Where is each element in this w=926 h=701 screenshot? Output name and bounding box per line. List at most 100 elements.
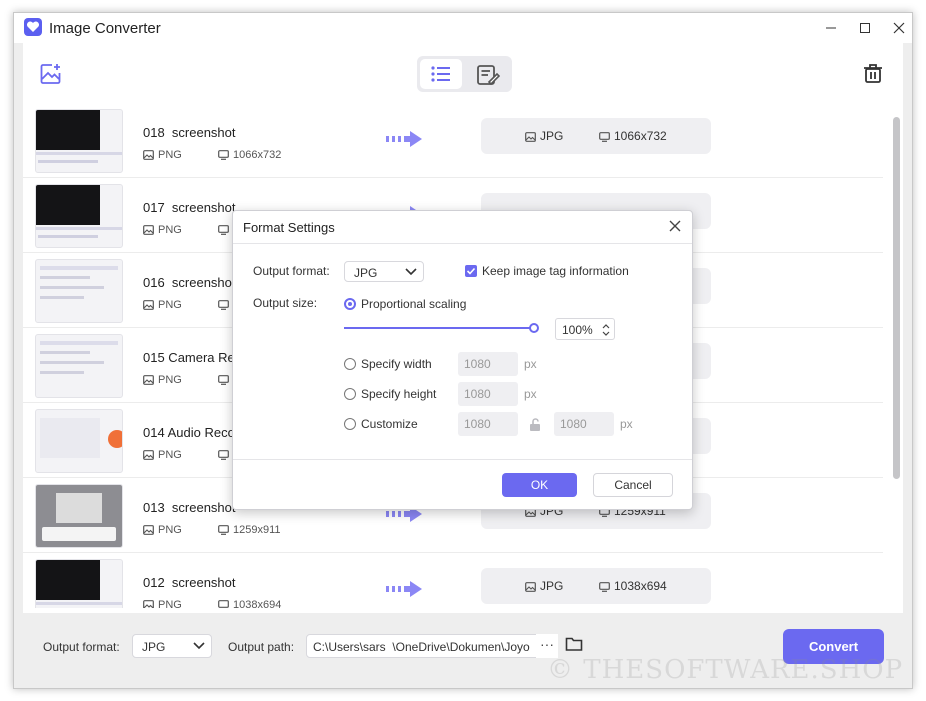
specify-width-radio[interactable] bbox=[344, 358, 356, 370]
image-icon bbox=[143, 225, 154, 235]
minimize-button[interactable] bbox=[819, 18, 843, 38]
dialog-title: Format Settings bbox=[243, 220, 335, 235]
view-toggle bbox=[417, 56, 512, 92]
specify-height-radio[interactable] bbox=[344, 388, 356, 400]
output-path-field[interactable]: C:\Users\sars \OneDrive\Dokumen\Joyo bbox=[306, 634, 558, 658]
check-icon bbox=[466, 267, 476, 275]
custom-unit: px bbox=[620, 417, 633, 431]
file-name: 016 screenshot bbox=[143, 275, 236, 290]
file-thumbnail bbox=[35, 484, 123, 548]
add-image-button[interactable] bbox=[39, 62, 63, 89]
file-name: 017 screenshot bbox=[143, 200, 236, 215]
image-icon bbox=[525, 132, 536, 142]
file-thumbnail bbox=[35, 259, 123, 323]
target-format: JPG bbox=[525, 579, 563, 593]
dialog-close-button[interactable] bbox=[669, 220, 681, 235]
proportional-label: Proportional scaling bbox=[361, 297, 467, 311]
source-format: PNG bbox=[158, 149, 182, 161]
source-size-wrap: 1259x911 bbox=[218, 524, 281, 536]
height-unit: px bbox=[524, 387, 537, 401]
scale-percent-input[interactable]: 100% bbox=[555, 318, 615, 340]
file-thumbnail bbox=[35, 184, 123, 248]
dialog-divider-bottom bbox=[233, 459, 692, 460]
target-format-button[interactable]: JPG 1038x694 bbox=[481, 568, 711, 604]
output-format-value: JPG bbox=[142, 640, 166, 654]
monitor-icon bbox=[218, 225, 229, 235]
image-icon bbox=[525, 582, 536, 592]
dialog-format-value: JPG bbox=[354, 266, 378, 280]
dialog-output-format-label: Output format: bbox=[253, 264, 330, 278]
add-image-icon bbox=[40, 64, 61, 84]
cancel-button[interactable]: Cancel bbox=[593, 473, 673, 497]
list-view-button[interactable] bbox=[420, 59, 462, 89]
file-source-meta: PNG 1259x911 bbox=[143, 524, 281, 536]
file-source-meta: PNG bbox=[143, 374, 229, 386]
target-format-value: JPG bbox=[540, 579, 564, 593]
file-name: 013 screenshot bbox=[143, 500, 236, 515]
dialog-divider-top bbox=[233, 243, 692, 244]
target-format: JPG bbox=[525, 129, 563, 143]
target-size-value: 1038x694 bbox=[614, 579, 667, 593]
maximize-button[interactable] bbox=[853, 18, 877, 38]
monitor-icon bbox=[218, 300, 229, 310]
file-thumbnail bbox=[35, 109, 123, 173]
source-size: 1259x911 bbox=[233, 524, 281, 536]
edit-view-button[interactable] bbox=[466, 59, 508, 89]
unlock-icon[interactable] bbox=[528, 418, 542, 435]
image-icon bbox=[143, 525, 154, 535]
output-format-select[interactable]: JPG bbox=[132, 634, 212, 658]
custom-width-input[interactable] bbox=[458, 412, 518, 436]
custom-height-input[interactable] bbox=[554, 412, 614, 436]
watermark: © THESOFTWARE.SHOP bbox=[547, 655, 904, 685]
proportional-radio[interactable] bbox=[344, 298, 356, 310]
monitor-icon bbox=[218, 375, 229, 385]
source-format: PNG bbox=[158, 374, 182, 386]
file-name: 014 Audio Reco bbox=[143, 425, 235, 440]
file-name: 018 screenshot bbox=[143, 125, 236, 140]
file-source-meta: PNG bbox=[143, 299, 229, 311]
file-thumbnail bbox=[35, 409, 123, 473]
app-title: Image Converter bbox=[49, 20, 161, 37]
source-format: PNG bbox=[158, 299, 182, 311]
target-format-button[interactable]: JPG 1066x732 bbox=[481, 118, 711, 154]
dialog-format-select[interactable]: JPG bbox=[344, 261, 424, 282]
source-format: PNG bbox=[158, 524, 182, 536]
file-row[interactable]: 018 screenshot PNG 1066x732 JPG 1066x732 bbox=[23, 103, 883, 178]
target-size-value: 1066x732 bbox=[614, 129, 667, 143]
close-icon bbox=[669, 220, 681, 232]
height-input[interactable] bbox=[458, 382, 518, 406]
scale-percent-value: 100% bbox=[562, 323, 593, 337]
source-format: PNG bbox=[158, 449, 182, 461]
customize-label: Customize bbox=[361, 417, 418, 431]
image-icon bbox=[143, 450, 154, 460]
file-source-meta: PNG bbox=[143, 224, 229, 236]
image-icon bbox=[143, 600, 154, 608]
keep-tag-checkbox[interactable] bbox=[465, 265, 477, 277]
source-size: 1038x694 bbox=[233, 599, 282, 608]
source-size-wrap bbox=[218, 224, 233, 236]
open-folder-button[interactable] bbox=[565, 636, 583, 655]
file-source-meta: PNG 1038x694 bbox=[143, 599, 281, 608]
close-window-button[interactable] bbox=[887, 18, 911, 38]
title-bar: Image Converter bbox=[14, 13, 912, 43]
clear-all-button[interactable] bbox=[862, 62, 884, 87]
trash-icon bbox=[864, 64, 882, 83]
list-scrollbar[interactable] bbox=[893, 117, 900, 479]
output-size-label: Output size: bbox=[253, 296, 318, 310]
file-row[interactable]: 012 screenshot PNG 1038x694 JPG 1038x694 bbox=[23, 553, 883, 608]
convert-arrow bbox=[386, 579, 424, 602]
source-size-wrap bbox=[218, 299, 233, 311]
format-settings-dialog: Format Settings Output format: JPG Keep … bbox=[232, 210, 693, 510]
scale-slider-handle[interactable] bbox=[529, 323, 539, 333]
width-unit: px bbox=[524, 357, 537, 371]
file-thumbnail bbox=[35, 559, 123, 608]
output-format-label: Output format: bbox=[43, 640, 120, 654]
width-input[interactable] bbox=[458, 352, 518, 376]
monitor-icon bbox=[599, 582, 610, 592]
customize-radio[interactable] bbox=[344, 418, 356, 430]
scale-slider-track[interactable] bbox=[344, 327, 534, 329]
ok-button[interactable]: OK bbox=[502, 473, 577, 497]
source-format: PNG bbox=[158, 224, 182, 236]
specify-width-label: Specify width bbox=[361, 357, 432, 371]
monitor-icon bbox=[218, 600, 229, 608]
